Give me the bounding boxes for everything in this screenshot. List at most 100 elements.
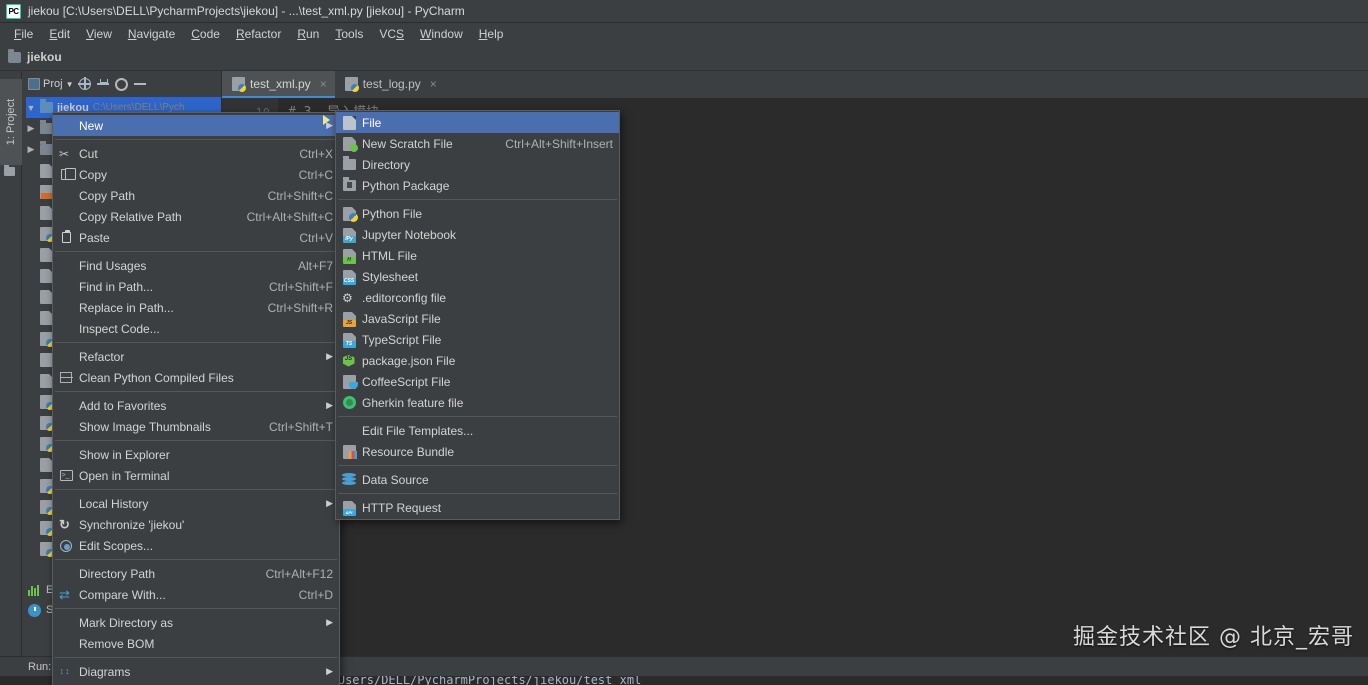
context-menu-item-find-in-path[interactable]: Find in Path... Ctrl+Shift+F [53,276,339,297]
collapse-all-icon[interactable] [97,78,110,90]
tree-expand-arrow[interactable]: ▶ [26,123,36,134]
submenu-item-http-request[interactable]: API HTTP Request [336,497,619,518]
copy-icon [57,167,76,183]
submenu-label: Data Source [362,472,429,487]
submenu-label: HTTP Request [362,500,442,515]
gear-icon[interactable] [115,77,129,91]
run-panel-label: Run: [28,661,52,673]
submenu-item-coffeescript-file[interactable]: CoffeeScript File [336,371,619,392]
submenu-item-new-scratch-file[interactable]: New Scratch File Ctrl+Alt+Shift+Insert [336,133,619,154]
context-menu-label: Mark Directory as [79,615,174,630]
submenu-item-data-source[interactable]: Data Source [336,469,619,490]
menu-window[interactable]: Window [412,26,471,42]
menu-view[interactable]: View [78,26,120,42]
sidebar-item-project[interactable]: 1: Project [0,79,22,165]
editor-tab-bar[interactable]: test_xml.py × test_log.py × [222,71,1368,98]
context-menu-item-clean-python-compiled-files[interactable]: Clean Python Compiled Files [53,367,339,388]
project-view-selector[interactable]: Proj ▼ [28,78,73,90]
context-menu-item-copy-relative-path[interactable]: Copy Relative Path Ctrl+Alt+Shift+C [53,206,339,227]
clock-icon [28,603,41,617]
close-icon[interactable]: × [430,77,437,91]
submenu-item-package-json-file[interactable]: JS package.json File [336,350,619,371]
context-menu-item-paste[interactable]: Paste Ctrl+V [53,227,339,248]
tree-expand-arrow[interactable]: ▼ [26,103,36,113]
tab-test-log-py[interactable]: test_log.py × [334,71,445,98]
context-menu-label: Find in Path... [79,279,154,294]
no-icon [57,636,75,652]
context-menu-item-diagrams[interactable]: ↕↕ Diagrams ▶ [53,661,339,682]
context-menu-item-add-to-favorites[interactable]: Add to Favorites ▶ [53,395,339,416]
http-request-icon: API [340,500,358,516]
submenu-item-directory[interactable]: Directory [336,154,619,175]
context-menu-label: Inspect Code... [79,321,160,336]
context-menu-item-open-in-terminal[interactable]: >_ Open in Terminal [53,465,339,486]
context-menu-item-show-image-thumbnails[interactable]: Show Image Thumbnails Ctrl+Shift+T [53,416,339,437]
context-menu-item-directory-path[interactable]: Directory Path Ctrl+Alt+F12 [53,563,339,584]
submenu-item-file[interactable]: File [336,112,619,133]
submenu-item-editorconfig-file[interactable]: ⚙ .editorconfig file [336,287,619,308]
context-menu-item-edit-scopes[interactable]: Edit Scopes... [53,535,339,556]
menu-run[interactable]: Run [289,26,327,42]
context-menu-item-replace-in-path[interactable]: Replace in Path... Ctrl+Shift+R [53,297,339,318]
hide-icon[interactable] [134,83,147,85]
context-menu-item-local-history[interactable]: Local History ▶ [53,493,339,514]
submenu-item-javascript-file[interactable]: JS JavaScript File [336,308,619,329]
python-package-icon [340,177,358,194]
context-menu-item-cut[interactable]: ✂ Cut Ctrl+X [53,143,339,164]
context-menu-item-show-in-explorer[interactable]: Show in Explorer [53,444,339,465]
context-menu-item-new[interactable]: New ▶ [53,115,339,136]
context-menu-label: Clean Python Compiled Files [79,370,234,385]
main-menu-bar[interactable]: File Edit View Navigate Code Refactor Ru… [0,23,1368,44]
context-menu-label: Paste [79,230,110,245]
menu-tools[interactable]: Tools [327,26,371,42]
menu-edit[interactable]: Edit [41,26,78,42]
mouse-cursor-icon [323,115,330,125]
project-view-label: Proj [43,78,63,90]
submenu-item-python-package[interactable]: Python Package [336,175,619,196]
context-menu-item-refactor[interactable]: Refactor ▶ [53,346,339,367]
project-toolbar[interactable]: Proj ▼ [22,71,221,97]
menu-file[interactable]: File [6,26,41,42]
no-icon [57,566,75,582]
context-menu-label: Copy Relative Path [79,209,182,224]
submenu-item-typescript-file[interactable]: TS TypeScript File [336,329,619,350]
navigation-bar[interactable]: jiekou [0,44,1368,71]
close-icon[interactable]: × [320,77,327,91]
python-file-icon [232,76,246,92]
submenu-item-jupyter-notebook[interactable]: IPy Jupyter Notebook [336,224,619,245]
new-submenu[interactable]: File New Scratch File Ctrl+Alt+Shift+Ins… [335,110,620,520]
menu-navigate[interactable]: Navigate [120,26,183,42]
menu-separator [55,391,337,392]
context-menu-item-find-usages[interactable]: Find Usages Alt+F7 [53,255,339,276]
context-menu-item-mark-directory-as[interactable]: Mark Directory as ▶ [53,612,339,633]
context-menu-item-copy-path[interactable]: Copy Path Ctrl+Shift+C [53,185,339,206]
menu-separator [55,251,337,252]
submenu-item-stylesheet[interactable]: CSS Stylesheet [336,266,619,287]
tree-expand-arrow[interactable]: ▶ [26,144,36,155]
tab-test-xml-py[interactable]: test_xml.py × [222,71,335,98]
submenu-item-edit-file-templates[interactable]: Edit File Templates... [336,420,619,441]
crosshair-icon[interactable] [78,77,92,90]
css-file-icon: CSS [340,269,358,285]
submenu-item-python-file[interactable]: Python File [336,203,619,224]
breadcrumb-project[interactable]: jiekou [27,50,62,64]
submenu-item-gherkin-feature-file[interactable]: Gherkin feature file [336,392,619,413]
context-menu-label: Refactor [79,349,125,364]
shortcut-label: Ctrl+D [298,587,333,602]
menu-refactor[interactable]: Refactor [228,26,289,42]
menu-file-rest: ile [21,26,34,41]
project-context-menu[interactable]: New ▶ ✂ Cut Ctrl+X Copy Ctrl+C Copy Path… [52,112,340,685]
submenu-item-resource-bundle[interactable]: Resource Bundle [336,441,619,462]
context-menu-item-copy[interactable]: Copy Ctrl+C [53,164,339,185]
submenu-item-html-file[interactable]: H HTML File [336,245,619,266]
no-icon [340,423,358,439]
menu-vcs[interactable]: VCS [371,26,412,42]
context-menu-item-remove-bom[interactable]: Remove BOM [53,633,339,654]
context-menu-item-synchronize[interactable]: ↻ Synchronize 'jiekou' [53,514,339,535]
context-menu-item-compare-with[interactable]: ⇄ Compare With... Ctrl+D [53,584,339,605]
bars-icon [28,584,41,596]
menu-code[interactable]: Code [183,26,228,42]
context-menu-item-inspect-code[interactable]: Inspect Code... [53,318,339,339]
menu-help[interactable]: Help [471,26,512,42]
chevron-down-icon[interactable]: ▼ [66,80,74,89]
